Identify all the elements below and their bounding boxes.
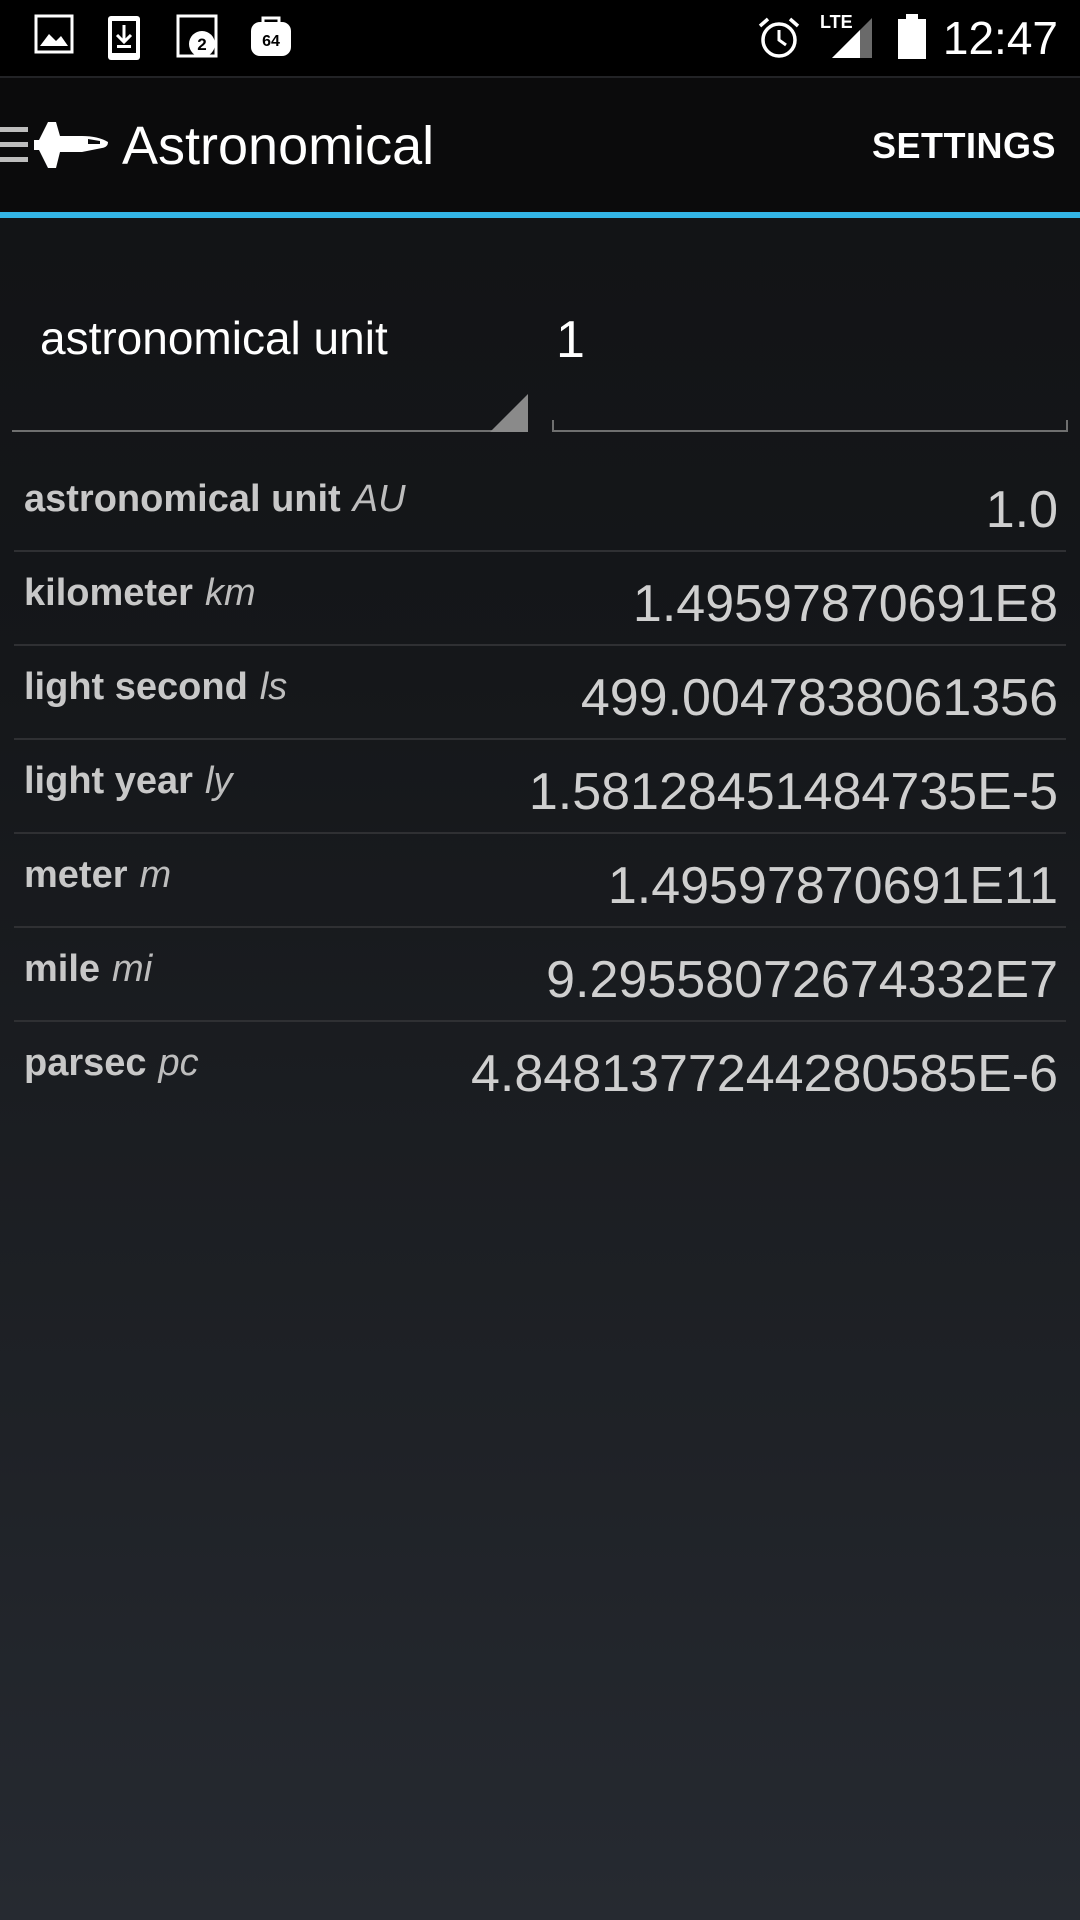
unit-value: 499.0047838061356 bbox=[580, 669, 1058, 727]
value-input-underline bbox=[552, 430, 1068, 432]
result-row-parsec[interactable]: parsec pc 4.8481377244280585E-6 bbox=[14, 1022, 1066, 1114]
unit-value: 4.8481377244280585E-6 bbox=[470, 1045, 1058, 1103]
value-input-tick-right bbox=[1066, 420, 1068, 432]
unit-name: parsec pc bbox=[24, 1042, 199, 1084]
unit-value: 1.581284514847​35E-5 bbox=[528, 763, 1058, 821]
value-input-tick-left bbox=[552, 420, 554, 432]
space-shuttle-icon[interactable] bbox=[34, 116, 110, 174]
hamburger-menu-icon[interactable] bbox=[0, 123, 30, 167]
unit-name: astronomical unit AU bbox=[24, 478, 406, 520]
action-bar: Astronomical SETTINGS bbox=[0, 76, 1080, 214]
result-row-light-year[interactable]: light year ly 1.581284514847​35E-5 bbox=[14, 740, 1066, 834]
page-title: Astronomical bbox=[122, 116, 435, 176]
unit-value: 1.49597870691E11 bbox=[607, 857, 1058, 915]
value-field-container bbox=[552, 290, 1068, 432]
unit-name: mile mi bbox=[24, 948, 153, 990]
unit-value: 1.49597870691E8 bbox=[632, 575, 1058, 633]
value-input[interactable] bbox=[552, 300, 1056, 380]
result-row-light-second[interactable]: light second ls 499.0047838061356 bbox=[14, 646, 1066, 740]
unit-name: meter m bbox=[24, 854, 172, 896]
result-row-kilometer[interactable]: kilometer km 1.49597870691E8 bbox=[14, 552, 1066, 646]
badge-64-icon: 64 bbox=[251, 16, 291, 56]
accent-divider bbox=[0, 212, 1080, 218]
unit-spinner[interactable]: astronomical unit bbox=[12, 290, 528, 432]
result-row-meter[interactable]: meter m 1.49597870691E11 bbox=[14, 834, 1066, 928]
unit-symbol: ly bbox=[204, 760, 233, 802]
unit-symbol: mi bbox=[112, 948, 153, 990]
unit-name: light second ls bbox=[24, 666, 288, 708]
unit-symbol: AU bbox=[352, 478, 406, 520]
result-row-mile[interactable]: mile mi 9.29558072674332E7 bbox=[14, 928, 1066, 1022]
unit-value: 1.0 bbox=[985, 481, 1058, 539]
battery-icon bbox=[898, 14, 926, 59]
unit-symbol: ls bbox=[259, 666, 288, 708]
conversion-results-list: astronomical unit AU 1.0 kilometer km 1.49… bbox=[14, 458, 1066, 1114]
badge-64-count: 64 bbox=[262, 33, 280, 50]
download-icon bbox=[108, 16, 140, 60]
status-time: 12:47 bbox=[942, 12, 1058, 64]
unit-name: kilometer km bbox=[24, 572, 256, 614]
badge-2-icon: 2 bbox=[176, 14, 218, 58]
image-icon bbox=[34, 14, 74, 54]
badge-2-count: 2 bbox=[197, 35, 206, 54]
action-bar-divider bbox=[0, 76, 1080, 78]
unit-symbol: m bbox=[139, 854, 172, 896]
status-bar: 2 64 LTE 12:47 bbox=[0, 0, 1080, 76]
result-row-astronomical-unit[interactable]: astronomical unit AU 1.0 bbox=[14, 458, 1066, 552]
unit-symbol: pc bbox=[158, 1042, 199, 1084]
spinner-underline bbox=[12, 430, 528, 432]
alarm-icon bbox=[758, 17, 800, 58]
unit-symbol: km bbox=[204, 572, 256, 614]
unit-value: 9.29558072674332E7 bbox=[546, 951, 1058, 1009]
settings-button[interactable]: SETTINGS bbox=[872, 124, 1056, 168]
unit-name: light year ly bbox=[24, 760, 233, 802]
signal-icon bbox=[832, 18, 872, 58]
dropdown-corner-icon bbox=[490, 394, 528, 432]
selected-unit-label: astronomical unit bbox=[40, 312, 388, 364]
